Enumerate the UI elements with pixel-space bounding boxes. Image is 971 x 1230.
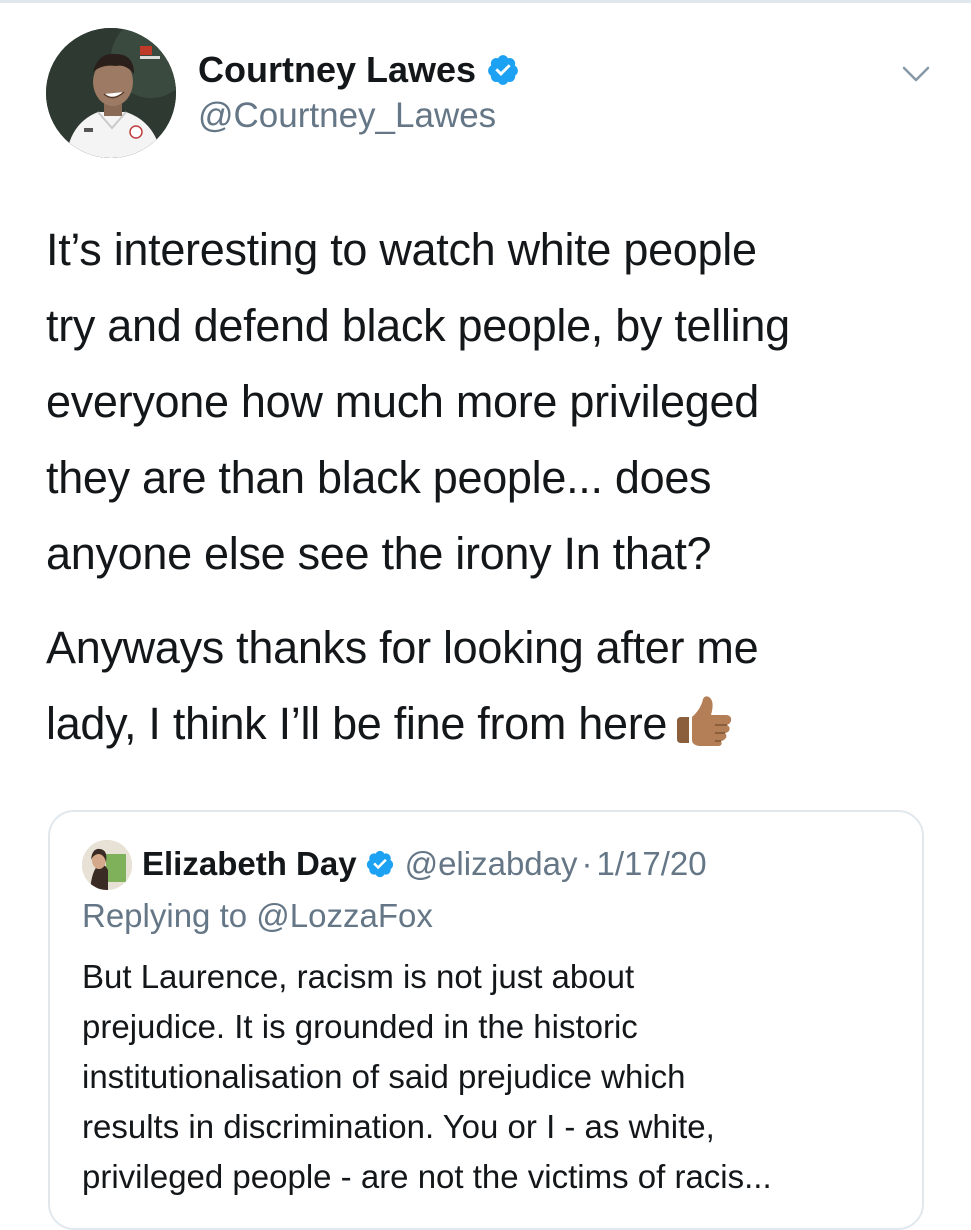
tweet-paragraph: It’s interesting to watch white people t… — [46, 224, 790, 579]
replying-to-line: Replying to @LozzaFox — [82, 894, 433, 938]
quoted-tweet-card[interactable]: Elizabeth Day @elizabday · 1/17/20 Reply… — [48, 810, 924, 1230]
tweet-paragraph-text: Anyways thanks for looking after me lady… — [46, 622, 759, 749]
replying-handle[interactable]: @LozzaFox — [256, 897, 433, 934]
tweet-body: It’s interesting to watch white people t… — [46, 212, 946, 780]
quoted-author-name[interactable]: Elizabeth Day — [142, 842, 357, 886]
author-avatar[interactable] — [46, 28, 176, 158]
author-handle[interactable]: @Courtney_Lawes — [198, 94, 496, 138]
thumbs-up-icon — [677, 696, 732, 746]
quoted-author-avatar[interactable] — [82, 840, 132, 890]
author-name-text[interactable]: Courtney Lawes — [198, 48, 476, 92]
verified-badge-icon — [366, 850, 393, 878]
player-avatar-icon — [46, 28, 176, 158]
tweet-paragraph-with-emoji: Anyways thanks for looking after me lady… — [46, 610, 946, 762]
quoted-tweet-header: Elizabeth Day @elizabday · 1/17/20 — [142, 842, 707, 886]
quoted-tweet-text: But Laurence, racism is not just about p… — [82, 958, 772, 1195]
top-divider — [0, 0, 971, 3]
quoted-tweet-date[interactable]: 1/17/20 — [597, 842, 707, 886]
verified-badge-icon — [488, 55, 518, 85]
quoted-avatar-icon — [82, 840, 132, 890]
author-display-name[interactable]: Courtney Lawes — [198, 48, 520, 92]
replying-label: Replying to — [82, 897, 248, 934]
quoted-author-handle[interactable]: @elizabday — [405, 842, 578, 886]
chevron-down-icon[interactable] — [900, 62, 932, 86]
header-separator: · — [581, 845, 593, 882]
